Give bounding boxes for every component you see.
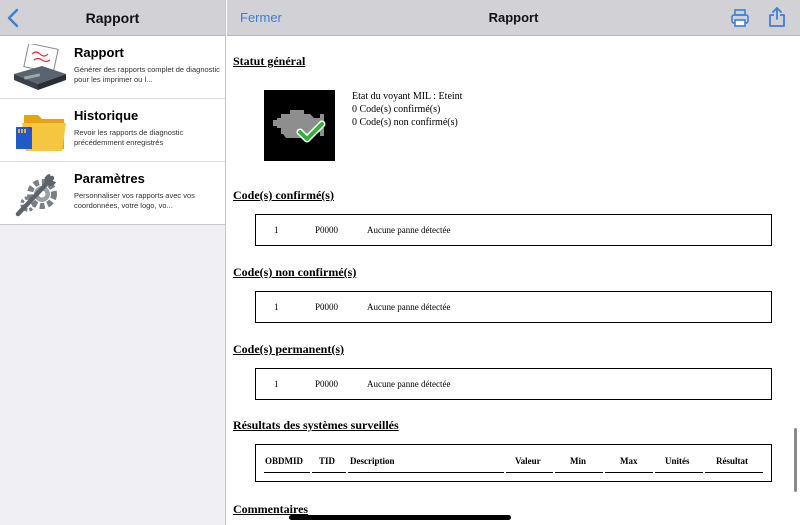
confirmed-count-text: 0 Code(s) confirmé(s): [352, 104, 441, 115]
sidebar-item-label: Paramètres: [74, 171, 145, 186]
engine-check-icon: [273, 110, 326, 143]
share-icon[interactable]: [767, 6, 787, 28]
code-description: Aucune panne détectée: [367, 379, 451, 389]
sidebar-nav-bar: Rapport: [0, 0, 225, 36]
sidebar-item-rapport[interactable]: Rapport Générer des rapports complet de …: [0, 36, 225, 99]
sidebar-item-parametres[interactable]: Paramètres Personnaliser vos rapports av…: [0, 162, 225, 225]
page-title: Rapport: [488, 10, 539, 25]
home-indicator[interactable]: [289, 515, 511, 520]
column-header-max: Max: [605, 456, 653, 473]
permanent-codes-table: 1 P0000 Aucune panne détectée: [255, 368, 772, 400]
monitors-heading: Résultats des systèmes surveillés: [233, 418, 399, 432]
unconfirmed-count-text: 0 Code(s) non confirmé(s): [352, 117, 458, 128]
folder-sd-card-icon: [16, 115, 66, 151]
code-value: P0000: [315, 225, 339, 235]
column-header-unites: Unités: [655, 456, 703, 473]
general-status-heading: Statut général: [233, 54, 306, 68]
confirmed-codes-table: 1 P0000 Aucune panne détectée: [255, 214, 772, 246]
unconfirmed-codes-heading: Code(s) non confirmé(s): [233, 265, 357, 279]
mil-status-text: Etat du voyant MIL : Eteint: [352, 91, 463, 102]
confirmed-codes-heading: Code(s) confirmé(s): [233, 188, 334, 202]
column-header-valeur: Valeur: [506, 456, 553, 473]
code-index: 1: [274, 225, 279, 235]
column-header-obdmid: OBDMID: [264, 456, 310, 473]
report-view[interactable]: Statut général Etat du voyant MIL : Etei…: [227, 37, 800, 525]
sidebar-item-historique[interactable]: Historique Revoir les rapports de diagno…: [0, 99, 225, 162]
column-header-description: Description: [348, 456, 504, 473]
column-header-resultat: Résultat: [705, 456, 763, 473]
code-value: P0000: [315, 302, 339, 312]
code-index: 1: [274, 302, 279, 312]
sidebar-item-description: Personnaliser vos rapports avec vos coor…: [74, 191, 195, 210]
sidebar-item-label: Rapport: [74, 45, 124, 60]
engine-status-image: [264, 90, 335, 161]
general-status-details: Etat du voyant MIL : Eteint 0 Code(s) co…: [352, 90, 462, 129]
permanent-codes-heading: Code(s) permanent(s): [233, 342, 344, 356]
code-description: Aucune panne détectée: [367, 302, 451, 312]
scrollbar[interactable]: [794, 428, 797, 492]
code-description: Aucune panne détectée: [367, 225, 451, 235]
sidebar-list: Rapport Générer des rapports complet de …: [0, 36, 225, 225]
main-nav-bar: Fermer Rapport: [227, 0, 800, 36]
column-header-tid: TID: [312, 456, 346, 473]
gear-wrench-icon: [15, 174, 57, 217]
sidebar-title: Rapport: [85, 10, 140, 26]
sidebar-item-label: Historique: [74, 108, 139, 123]
monitors-table: OBDMID TID Description Valeur Min Max Un…: [255, 444, 772, 482]
sidebar: Rapport Rapport Générer des rapports com…: [0, 0, 226, 525]
unconfirmed-codes-table: 1 P0000 Aucune panne détectée: [255, 291, 772, 323]
code-value: P0000: [315, 379, 339, 389]
sidebar-item-description: Générer des rapports complet de diagnost…: [74, 65, 220, 84]
printer-icon[interactable]: [730, 8, 750, 28]
code-index: 1: [274, 379, 279, 389]
column-header-min: Min: [555, 456, 603, 473]
printer-report-icon: [14, 44, 66, 90]
sidebar-item-description: Revoir les rapports de diagnostic précéd…: [74, 128, 184, 147]
